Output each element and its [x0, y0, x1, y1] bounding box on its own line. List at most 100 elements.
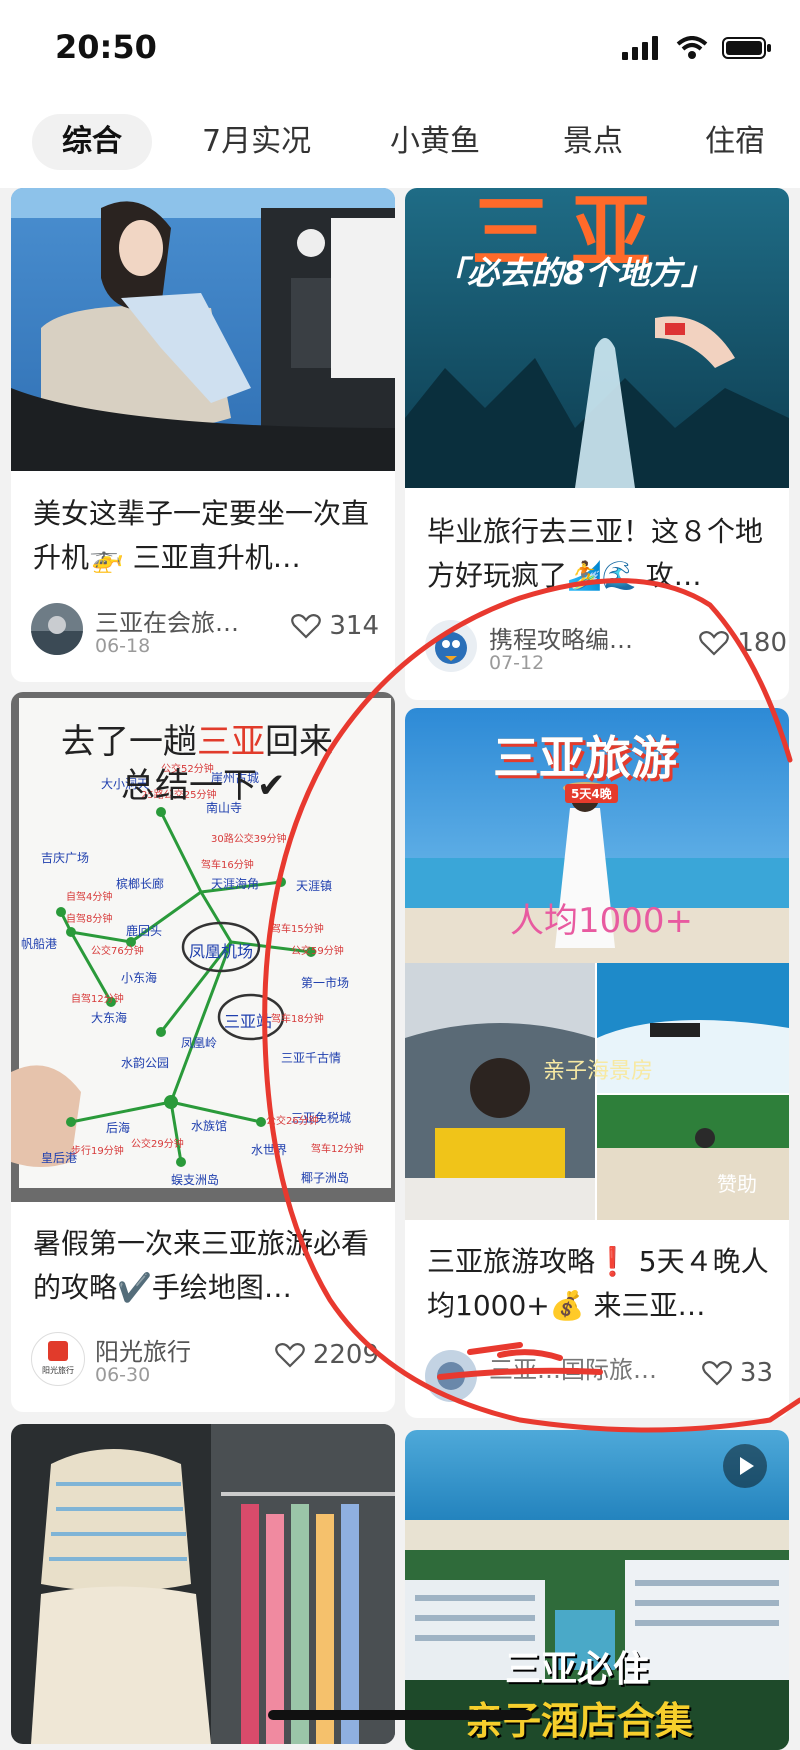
- card-title: 美女这辈子一定要坐一次直升机🚁 三亚直升机…: [33, 497, 370, 574]
- svg-text:后海: 后海: [106, 1120, 130, 1135]
- author-name: 三亚…国际旅…: [489, 1356, 657, 1384]
- map-center-station: 三亚站: [224, 1012, 273, 1031]
- svg-text:鹿回头: 鹿回头: [126, 923, 162, 938]
- svg-text:公交29分钟: 公交29分钟: [131, 1137, 184, 1150]
- card-image: 三亚必住 亲子酒店合集: [405, 1430, 789, 1750]
- svg-text:水族馆: 水族馆: [191, 1118, 227, 1133]
- card-meta: 携程攻略编… 07-12 180: [425, 620, 787, 680]
- svg-text:凤凰岭: 凤凰岭: [181, 1036, 217, 1050]
- like-button[interactable]: 33: [702, 1358, 773, 1388]
- card-image: 三亚旅游 5天4晚 人均1000+ 亲子海景房 赞助: [405, 708, 789, 1220]
- svg-text:驾车15分钟: 驾车15分钟: [271, 922, 324, 935]
- svg-text:蜈支洲岛: 蜈支洲岛: [171, 1172, 219, 1187]
- svg-text:椰子洲岛: 椰子洲岛: [301, 1170, 349, 1185]
- post-date: 06-30: [95, 1364, 151, 1386]
- card-image: [11, 1424, 395, 1744]
- status-time: 20:50: [55, 28, 157, 66]
- svg-text:大东海: 大东海: [91, 1010, 127, 1025]
- svg-text:水韵公园: 水韵公园: [121, 1055, 169, 1070]
- svg-text:第一市场: 第一市场: [301, 975, 349, 990]
- avatar: [31, 603, 83, 655]
- map-title-part: 去了一趟: [61, 722, 197, 762]
- svg-text:自驾4分钟: 自驾4分钟: [66, 890, 112, 903]
- card-image: 三亚 「必去的8个地方」: [405, 188, 789, 488]
- image-price: 人均1000+: [510, 901, 694, 941]
- video-play-icon[interactable]: [723, 1444, 767, 1488]
- map-title-highlight: 三亚: [197, 722, 265, 762]
- image-badge: 5天4晚: [565, 784, 618, 803]
- image-hotel-label: 亲子海景房: [543, 1059, 654, 1084]
- svg-text:水世界: 水世界: [251, 1143, 287, 1157]
- svg-text:槟榔长廊: 槟榔长廊: [116, 876, 164, 891]
- card-title: 三亚旅游攻略❗ 5天４晚人均1000+💰 来三亚…: [427, 1245, 769, 1322]
- battery-icon: [722, 37, 771, 59]
- image-title: 三亚旅游: [493, 731, 677, 785]
- feed-card-sanya-8-places[interactable]: 三亚 「必去的8个地方」 毕业旅行去三亚！这８个地方好玩疯了🏄🌊 攻… 携程攻略…: [405, 188, 789, 700]
- like-button[interactable]: 180: [699, 628, 787, 658]
- sponsor-label: 赞助: [717, 1172, 757, 1196]
- like-count: 314: [329, 611, 379, 641]
- like-count: 180: [737, 628, 787, 658]
- post-date: 06-18: [95, 635, 151, 657]
- svg-text:天涯海角: 天涯海角: [211, 876, 259, 891]
- play-icon: [740, 1457, 754, 1475]
- home-indicator: [268, 1710, 532, 1720]
- svg-text:公交76分钟: 公交76分钟: [91, 944, 144, 957]
- feed-card-helicopter[interactable]: 美女这辈子一定要坐一次直升机🚁 三亚直升机… 三亚在会旅… 06-18 314: [11, 188, 395, 682]
- like-count: 33: [739, 1358, 773, 1388]
- post-date: 07-12: [489, 652, 545, 674]
- tab-zonghe[interactable]: 综合: [32, 114, 152, 170]
- card-title: 暑假第一次来三亚旅游必看的攻略✔️手绘地图…: [33, 1227, 370, 1304]
- feed-card-family-hotels[interactable]: 三亚必住 亲子酒店合集: [405, 1430, 789, 1750]
- svg-text:公交59分钟: 公交59分钟: [291, 944, 344, 957]
- svg-text:天涯镇: 天涯镇: [296, 879, 332, 893]
- author-name: 三亚在会旅…: [95, 609, 239, 637]
- avatar: [425, 620, 477, 672]
- status-bar: 20:50: [0, 0, 800, 100]
- heart-icon: [699, 631, 730, 656]
- svg-text:吉庆广场: 吉庆广场: [41, 851, 89, 865]
- image-subtitle: 「必去的8个地方」: [435, 254, 714, 292]
- tab-xiaohuangyu[interactable]: 小黄鱼: [390, 114, 480, 170]
- author-name: 阳光旅行: [95, 1338, 191, 1366]
- feed-card-clothing[interactable]: [11, 1424, 395, 1744]
- svg-text:帆船港: 帆船港: [21, 936, 57, 951]
- feed-card-sanya-travel-guide[interactable]: 三亚旅游 5天4晚 人均1000+ 亲子海景房 赞助 三亚旅游攻略❗ 5天４晚人…: [405, 708, 789, 1418]
- like-button[interactable]: 2209: [274, 1340, 379, 1370]
- avatar: 阳光旅行: [31, 1332, 85, 1386]
- map-title-part: 回来: [265, 722, 333, 762]
- svg-text:三亚千古情: 三亚千古情: [281, 1050, 341, 1065]
- like-count: 2209: [312, 1340, 379, 1370]
- svg-text:30路公交39分钟: 30路公交39分钟: [211, 832, 286, 845]
- svg-text:驾车16分钟: 驾车16分钟: [201, 858, 254, 871]
- author-name: 携程攻略编…: [489, 626, 633, 654]
- svg-text:自驾12分钟: 自驾12分钟: [71, 992, 124, 1005]
- heart-icon: [702, 1361, 732, 1386]
- card-title: 毕业旅行去三亚！这８个地方好玩疯了🏄🌊 攻…: [427, 515, 764, 592]
- card-meta: 阳光旅行 阳光旅行 06-30 2209: [31, 1332, 379, 1392]
- map-center-airport: 凤凰机场: [189, 942, 254, 961]
- map-title-line1: 去了一趟三亚回来: [61, 714, 333, 763]
- avatar: [425, 1350, 477, 1402]
- svg-text:驾车18分钟: 驾车18分钟: [271, 1012, 324, 1025]
- card-image: 大小洞天 崖州古城 南山寺 吉庆广场 槟榔长廊 天涯海角 天涯镇 鹿回头 帆船港 小东海 大东…: [11, 692, 395, 1202]
- svg-text:小东海: 小东海: [121, 970, 157, 985]
- svg-text:公交26分钟: 公交26分钟: [266, 1114, 319, 1127]
- feed-card-hand-drawn-map[interactable]: 大小洞天 崖州古城 南山寺 吉庆广场 槟榔长廊 天涯海角 天涯镇 鹿回头 帆船港 小东海 大东…: [11, 692, 395, 1412]
- card-meta: 三亚在会旅… 06-18 314: [31, 603, 379, 663]
- avatar-label: 阳光旅行: [42, 1366, 74, 1375]
- svg-text:驾车12分钟: 驾车12分钟: [311, 1142, 364, 1155]
- signal-icon: [622, 36, 658, 60]
- svg-text:自驾8分钟: 自驾8分钟: [66, 912, 112, 925]
- image-title: 三亚必住: [505, 1649, 650, 1690]
- wifi-icon: [676, 36, 708, 59]
- card-meta: 三亚…国际旅… 33: [425, 1350, 773, 1410]
- like-button[interactable]: 314: [291, 611, 379, 641]
- heart-icon: [274, 1343, 305, 1368]
- tab-july-live[interactable]: 7月实况: [202, 114, 311, 170]
- tab-lodging[interactable]: 住宿: [705, 114, 765, 170]
- heart-icon: [291, 614, 322, 639]
- status-icons: [622, 36, 772, 60]
- tab-attractions[interactable]: 景点: [563, 114, 623, 170]
- svg-text:步行19分钟: 步行19分钟: [71, 1144, 124, 1157]
